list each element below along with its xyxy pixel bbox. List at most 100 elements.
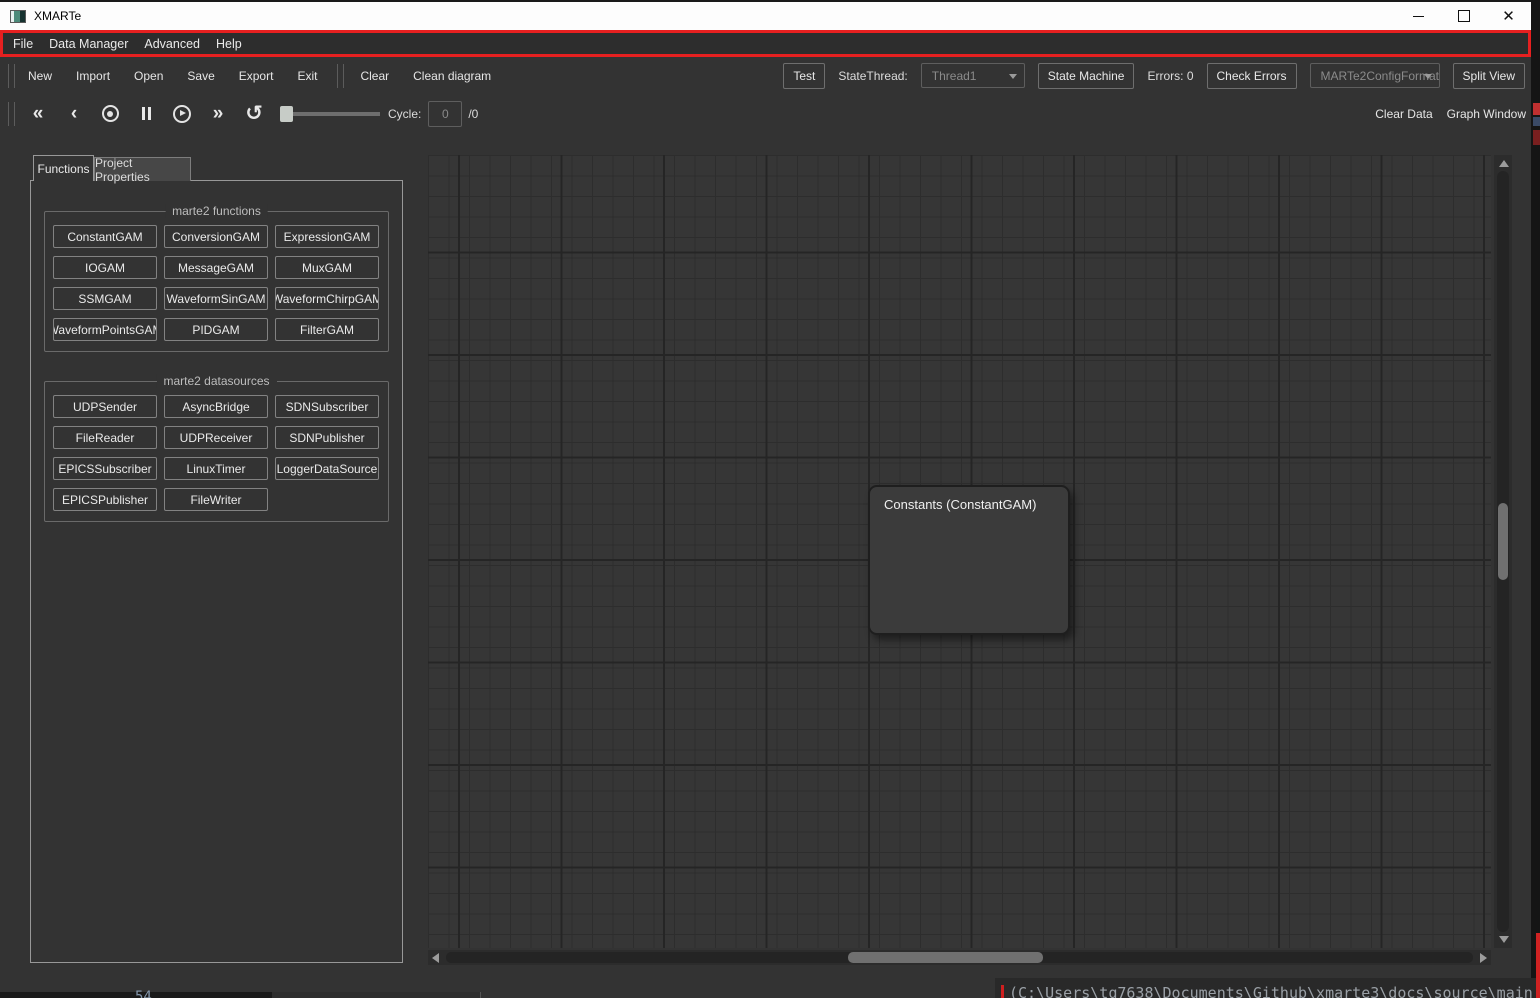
function-button-ssmgam[interactable]: SSMGAM — [53, 287, 157, 310]
skip-back-button[interactable]: « — [20, 104, 56, 123]
datasource-button-epicssubscriber[interactable]: EPICSSubscriber — [53, 457, 157, 480]
import-button[interactable]: Import — [64, 69, 122, 83]
function-button-messagegam[interactable]: MessageGAM — [164, 256, 268, 279]
step-back-icon: ‹ — [71, 104, 77, 123]
menu-advanced[interactable]: Advanced — [136, 37, 208, 51]
tab-project-properties[interactable]: Project Properties — [94, 157, 191, 181]
save-button[interactable]: Save — [175, 69, 226, 83]
clear-data-button[interactable]: Clear Data — [1375, 107, 1432, 121]
diagram-canvas[interactable]: Constants (ConstantGAM) — [428, 155, 1491, 948]
scroll-right-icon[interactable] — [1480, 953, 1487, 963]
config-format-select[interactable]: MARTe2ConfigFormat — [1310, 63, 1440, 88]
datasources-group-title: marte2 datasources — [156, 374, 276, 388]
horizontal-scrollbar[interactable] — [428, 950, 1491, 965]
state-machine-button[interactable]: State Machine — [1038, 63, 1135, 89]
minimize-icon — [1413, 16, 1424, 17]
datasource-button-epicspublisher[interactable]: EPICSPublisher — [53, 488, 157, 511]
reset-icon: ↺ — [245, 103, 263, 124]
skip-forward-button[interactable]: » — [200, 104, 236, 123]
datasource-button-sdnsubscriber[interactable]: SDNSubscriber — [275, 395, 379, 418]
export-button[interactable]: Export — [227, 69, 286, 83]
function-button-conversiongam[interactable]: ConversionGAM — [164, 225, 268, 248]
cycle-label: Cycle: — [388, 107, 421, 121]
datasource-button-linuxtimer[interactable]: LinuxTimer — [164, 457, 268, 480]
test-button[interactable]: Test — [783, 63, 825, 89]
background-fragment — [1533, 117, 1540, 126]
new-button[interactable]: New — [16, 69, 64, 83]
datasource-button-udpreceiver[interactable]: UDPReceiver — [164, 426, 268, 449]
state-thread-value: Thread1 — [932, 69, 977, 83]
record-icon — [102, 105, 119, 122]
functions-pane: marte2 functions ConstantGAM ConversionG… — [30, 180, 403, 963]
background-taskbar-sliver: 54 — [0, 992, 480, 998]
slider-handle[interactable] — [280, 106, 293, 122]
node-title: Constants (ConstantGAM) — [870, 487, 1068, 512]
step-back-button[interactable]: ‹ — [56, 104, 92, 123]
close-button[interactable]: ✕ — [1486, 2, 1531, 30]
toolbar-grip[interactable] — [8, 102, 15, 126]
datasource-button-sdnpublisher[interactable]: SDNPublisher — [275, 426, 379, 449]
play-icon — [173, 105, 191, 123]
datasource-button-asyncbridge[interactable]: AsyncBridge — [164, 395, 268, 418]
state-thread-select[interactable]: Thread1 — [921, 63, 1025, 88]
cycle-total-label: /0 — [468, 107, 478, 121]
datasource-button-loggerdatasource[interactable]: LoggerDataSource — [275, 457, 379, 480]
datasource-button-udpsender[interactable]: UDPSender — [53, 395, 157, 418]
scroll-up-icon[interactable] — [1499, 160, 1509, 167]
config-format-value: MARTe2ConfigFormat — [1321, 69, 1440, 83]
cycle-input[interactable] — [428, 101, 462, 127]
menu-file[interactable]: File — [5, 37, 41, 51]
exit-button[interactable]: Exit — [285, 69, 329, 83]
menu-data-manager[interactable]: Data Manager — [41, 37, 136, 51]
sidebar: Functions Project Properties marte2 func… — [30, 155, 403, 963]
background-red-line — [1536, 933, 1540, 998]
datasources-group: marte2 datasources UDPSender AsyncBridge… — [44, 381, 389, 522]
vertical-scroll-thumb[interactable] — [1498, 503, 1508, 580]
graph-window-button[interactable]: Graph Window — [1447, 107, 1526, 121]
reset-button[interactable]: ↺ — [236, 103, 272, 124]
scroll-left-icon[interactable] — [432, 953, 439, 963]
background-right-strip — [1531, 0, 1540, 998]
horizontal-scroll-thumb[interactable] — [848, 952, 1043, 963]
datasource-button-filewriter[interactable]: FileWriter — [164, 488, 268, 511]
menu-help[interactable]: Help — [208, 37, 250, 51]
clean-diagram-button[interactable]: Clean diagram — [401, 69, 503, 83]
maximize-button[interactable] — [1441, 2, 1486, 30]
console-cursor-mark — [1001, 985, 1004, 998]
split-view-button[interactable]: Split View — [1453, 63, 1525, 89]
datasource-button-filereader[interactable]: FileReader — [53, 426, 157, 449]
check-errors-button[interactable]: Check Errors — [1207, 63, 1297, 89]
function-button-filtergam[interactable]: FilterGAM — [275, 318, 379, 341]
pause-button[interactable] — [128, 107, 164, 120]
cycle-slider[interactable] — [280, 105, 380, 123]
record-button[interactable] — [92, 105, 128, 122]
maximize-icon — [1458, 10, 1470, 22]
toolbar-grip[interactable] — [8, 64, 15, 88]
background-fragment — [1533, 103, 1540, 115]
function-button-pidgam[interactable]: PIDGAM — [164, 318, 268, 341]
clear-button[interactable]: Clear — [348, 69, 401, 83]
open-button[interactable]: Open — [122, 69, 175, 83]
function-button-iogam[interactable]: IOGAM — [53, 256, 157, 279]
function-button-waveformsingam[interactable]: WaveformSinGAM — [164, 287, 268, 310]
toolbar-grip[interactable] — [337, 64, 344, 88]
playback-toolbar: « ‹ » ↺ Cycle: /0 Clear Data Graph Windo… — [0, 94, 1531, 133]
chevron-down-icon — [1009, 74, 1017, 79]
play-button[interactable] — [164, 105, 200, 123]
window-title: XMARTe — [34, 9, 81, 23]
background-console-strip: (C:\Users\tq7638\Documents\Github\xmarte… — [995, 978, 1540, 998]
tab-functions[interactable]: Functions — [33, 155, 94, 181]
constants-node[interactable]: Constants (ConstantGAM) — [868, 485, 1070, 635]
function-button-expressiongam[interactable]: ExpressionGAM — [275, 225, 379, 248]
minimize-button[interactable] — [1396, 2, 1441, 30]
background-fragment — [1533, 130, 1540, 145]
title-bar: XMARTe ✕ — [0, 0, 1531, 30]
skip-back-icon: « — [33, 104, 44, 123]
xmarte-application-window: XMARTe ✕ File Data Manager Advanced Help… — [0, 0, 1540, 998]
vertical-scrollbar[interactable] — [1494, 155, 1512, 948]
function-button-waveformchirpgam[interactable]: WaveformChirpGAM — [275, 287, 379, 310]
function-button-constantgam[interactable]: ConstantGAM — [53, 225, 157, 248]
scroll-down-icon[interactable] — [1499, 936, 1509, 943]
function-button-waveformpointsgam[interactable]: WaveformPointsGAM — [53, 318, 157, 341]
function-button-muxgam[interactable]: MuxGAM — [275, 256, 379, 279]
